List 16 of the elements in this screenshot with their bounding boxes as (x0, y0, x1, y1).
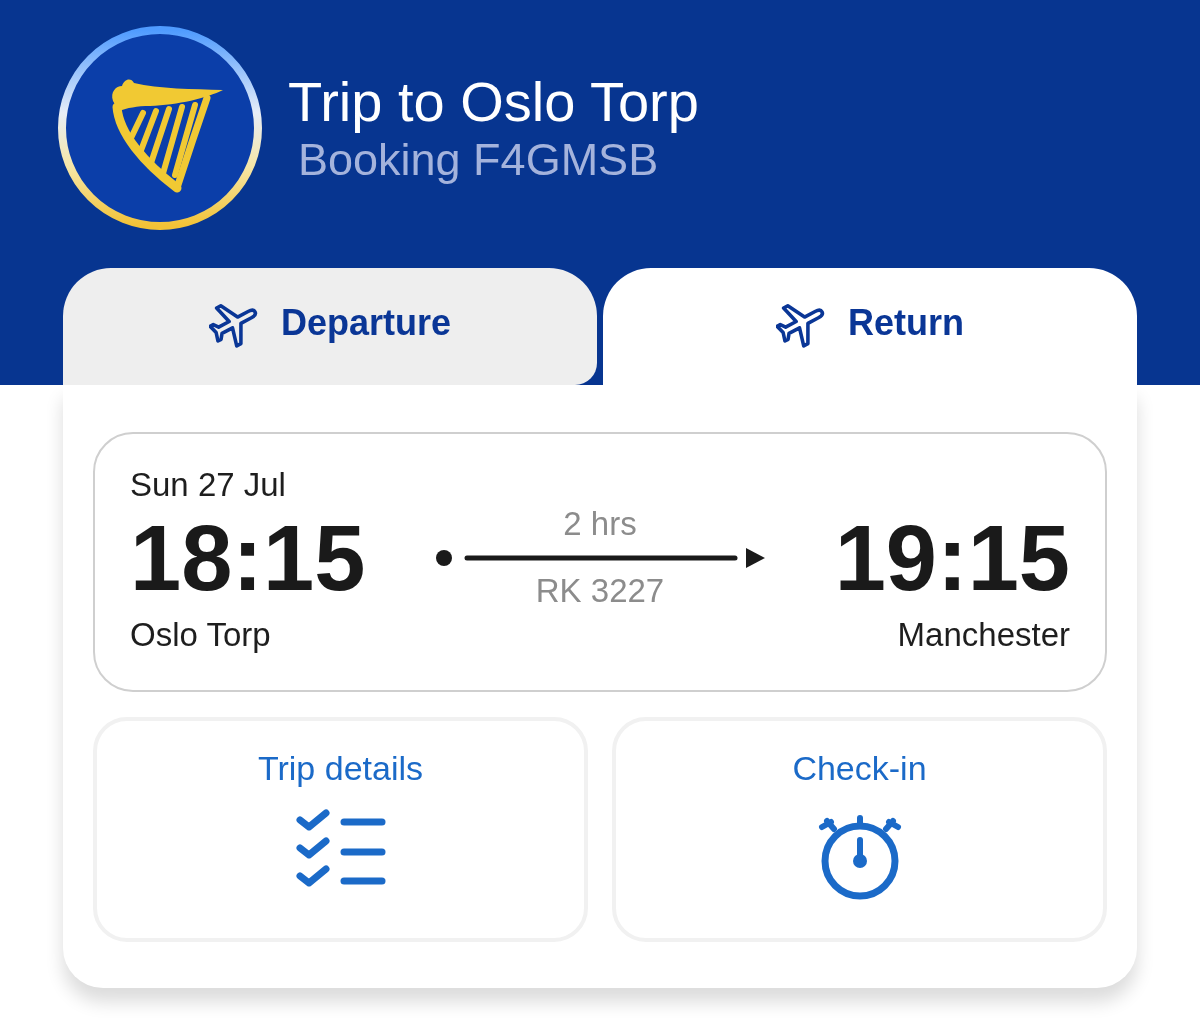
harp-logo-icon (57, 25, 263, 231)
action-tile[interactable]: Trip details (93, 717, 588, 942)
booking-reference: Booking F4GMSB (298, 134, 660, 187)
arrival-time: 19:15 (834, 506, 1070, 609)
arrival-airport: Manchester (897, 616, 1070, 653)
departure-airport: Oslo Torp (130, 616, 271, 653)
route-arrow-icon (435, 545, 765, 570)
flight-duration: 2 hrs (563, 507, 637, 542)
flight-number: RK 3227 (535, 573, 665, 609)
trip-title: Trip to Oslo Torp (288, 69, 699, 135)
action-tile[interactable]: Check-in (612, 717, 1107, 942)
flight-date: Sun 27 Jul (130, 467, 287, 504)
tab[interactable]: Departure (63, 268, 597, 385)
checklist-icon (294, 808, 387, 889)
departure-time: 18:15 (130, 509, 367, 607)
tab[interactable]: Return (603, 268, 1137, 385)
